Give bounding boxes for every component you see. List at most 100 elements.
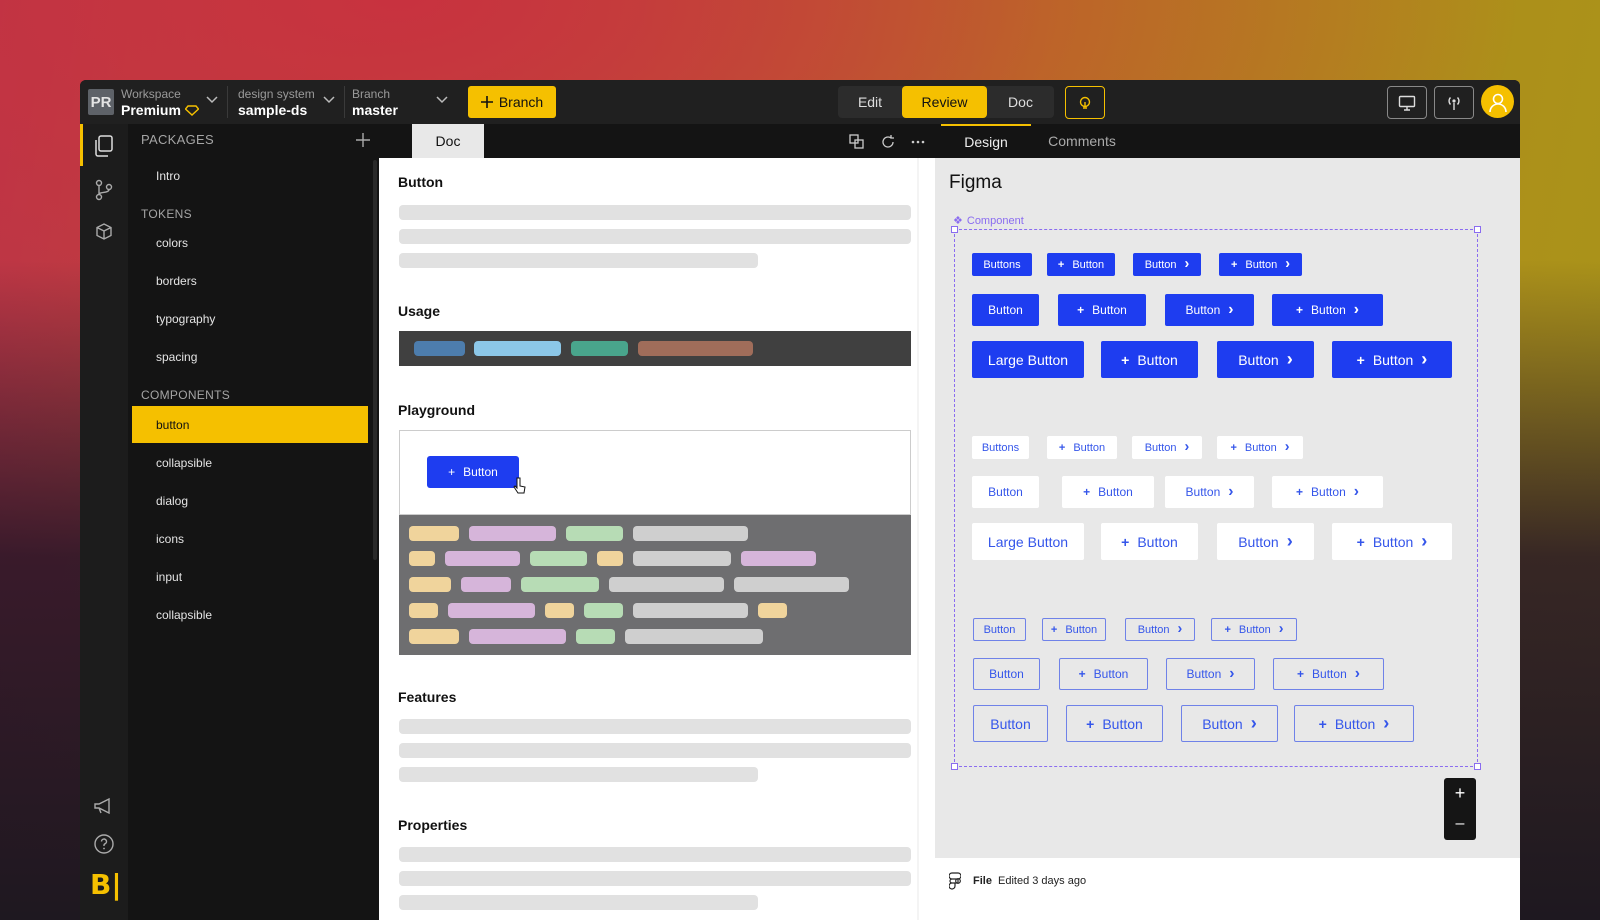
component-label: ❖ Component: [953, 214, 1024, 228]
mode-edit[interactable]: Edit: [838, 86, 902, 118]
figma-button-variant[interactable]: Buttons: [972, 436, 1029, 459]
figma-button-variant[interactable]: Button ›: [1181, 705, 1278, 742]
sidebar-item-spacing[interactable]: spacing: [156, 350, 197, 364]
figma-button-variant[interactable]: + Button: [1101, 341, 1198, 378]
add-icon[interactable]: [356, 133, 370, 147]
playground-code-block: [399, 515, 911, 655]
chevron-right-icon: ›: [1353, 483, 1359, 501]
design-system-switcher[interactable]: design system sample-ds: [238, 83, 315, 121]
package-icon[interactable]: [92, 220, 116, 244]
zoom-control: + –: [1444, 778, 1476, 840]
zoom-in-button[interactable]: +: [1444, 780, 1476, 806]
workspace-switcher[interactable]: PR Workspace Premium: [88, 83, 200, 121]
figma-button-variant[interactable]: + Button ›: [1332, 341, 1452, 378]
gem-icon: [184, 105, 200, 116]
figma-button-variant[interactable]: + Button: [1058, 294, 1146, 326]
help-icon[interactable]: [92, 832, 116, 856]
figma-button-variant[interactable]: + Button ›: [1272, 476, 1383, 508]
workspace-value: Premium: [121, 102, 181, 118]
figma-button-variant[interactable]: + Button ›: [1294, 705, 1414, 742]
figma-button-label: Button: [1334, 715, 1376, 732]
figma-button-variant[interactable]: + Button: [1066, 705, 1163, 742]
chevron-right-icon: ›: [1250, 713, 1257, 734]
plus-icon: +: [1296, 303, 1304, 317]
figma-button-variant[interactable]: Buttons: [972, 253, 1032, 276]
figma-button-variant[interactable]: + Button ›: [1272, 294, 1383, 326]
figma-button-label: Buttons: [983, 258, 1021, 271]
figma-button-variant[interactable]: Button ›: [1166, 658, 1255, 690]
sidebar-item-borders[interactable]: borders: [156, 274, 197, 288]
figma-button-variant[interactable]: Button ›: [1165, 294, 1254, 326]
chevron-down-icon[interactable]: [436, 96, 448, 104]
figma-footer: File Edited 3 days ago: [935, 858, 1520, 920]
playground-preview: + Button: [399, 430, 911, 515]
sidebar-item-intro[interactable]: Intro: [156, 169, 180, 183]
sidebar-item-collapsible-2[interactable]: collapsible: [156, 608, 212, 622]
sidebar-item-input[interactable]: input: [156, 570, 182, 584]
mode-doc[interactable]: Doc: [987, 86, 1054, 118]
more-icon[interactable]: [911, 140, 925, 144]
figma-button-variant[interactable]: Large Button: [972, 341, 1084, 378]
figma-button-variant[interactable]: + Button: [1047, 253, 1115, 276]
branch-switcher[interactable]: Branch master: [352, 83, 398, 121]
spotlight-button[interactable]: [1065, 86, 1105, 119]
playground-button[interactable]: + Button: [427, 456, 519, 488]
design-system-value: sample-ds: [238, 102, 308, 118]
usage-code-block: [399, 331, 911, 366]
branch-icon[interactable]: [92, 178, 116, 202]
tab-doc[interactable]: Doc: [412, 124, 484, 158]
figma-button-variant[interactable]: + Button ›: [1273, 658, 1384, 690]
figma-button-variant[interactable]: Button: [973, 618, 1026, 641]
figma-button-variant[interactable]: Button: [972, 476, 1039, 508]
figma-button-variant[interactable]: Button ›: [1132, 436, 1202, 459]
sidebar-item-collapsible[interactable]: collapsible: [156, 456, 212, 470]
sidebar-item-dialog[interactable]: dialog: [156, 494, 188, 508]
figma-title: Figma: [949, 172, 1002, 193]
figma-button-variant[interactable]: Button ›: [1133, 253, 1201, 276]
tab-design[interactable]: Design: [941, 124, 1031, 158]
figma-button-variant[interactable]: Button: [973, 705, 1048, 742]
figma-button-variant[interactable]: + Button ›: [1217, 436, 1303, 459]
figma-button-variant[interactable]: + Button: [1059, 658, 1148, 690]
figma-button-variant[interactable]: + Button ›: [1211, 618, 1297, 641]
figma-button-variant[interactable]: + Button: [1047, 436, 1117, 459]
tab-comments[interactable]: Comments: [1037, 124, 1127, 158]
zoom-out-button[interactable]: –: [1444, 811, 1476, 837]
figma-button-variant[interactable]: + Button: [1042, 618, 1106, 641]
layers-icon[interactable]: [849, 134, 865, 150]
preview-button[interactable]: [1387, 86, 1427, 119]
figma-button-variant[interactable]: Button ›: [1217, 341, 1314, 378]
sidebar-item-typography[interactable]: typography: [156, 312, 215, 326]
figma-button-variant[interactable]: + Button ›: [1219, 253, 1302, 276]
chevron-down-icon[interactable]: [206, 96, 218, 104]
chevron-down-icon[interactable]: [323, 96, 335, 104]
workspace-label: Workspace: [121, 87, 181, 101]
figma-button-variant[interactable]: Button: [973, 658, 1040, 690]
figma-button-variant[interactable]: + Button: [1101, 523, 1198, 560]
figma-button-variant[interactable]: Large Button: [972, 523, 1084, 560]
figma-button-variant[interactable]: Button ›: [1165, 476, 1254, 508]
pages-icon[interactable]: [92, 134, 116, 158]
sidebar-item-button[interactable]: button: [156, 418, 189, 432]
figma-button-variant[interactable]: Button ›: [1217, 523, 1314, 560]
sidebar-scrollbar[interactable]: [373, 160, 377, 560]
mode-review[interactable]: Review: [902, 86, 987, 118]
broadcast-button[interactable]: [1434, 86, 1474, 119]
chevron-right-icon: ›: [1353, 301, 1359, 319]
chevron-right-icon: ›: [1184, 439, 1190, 456]
figma-button-variant[interactable]: + Button ›: [1332, 523, 1452, 560]
user-avatar[interactable]: [1481, 85, 1514, 118]
chevron-right-icon: ›: [1278, 621, 1284, 638]
sidebar-item-colors[interactable]: colors: [156, 236, 188, 250]
figma-button-variant[interactable]: + Button: [1062, 476, 1154, 508]
refresh-icon[interactable]: [880, 134, 896, 150]
figma-button-variant[interactable]: Button ›: [1125, 618, 1195, 641]
plus-icon: [480, 96, 493, 108]
figma-button-variant[interactable]: Button: [972, 294, 1039, 326]
megaphone-icon[interactable]: [92, 794, 116, 818]
sidebar-item-icons[interactable]: icons: [156, 532, 184, 546]
branch-value: master: [352, 102, 398, 118]
new-branch-button[interactable]: Branch: [468, 86, 556, 118]
figma-button-label: Large Button: [987, 533, 1069, 550]
figma-button-label: Button: [1102, 715, 1143, 732]
